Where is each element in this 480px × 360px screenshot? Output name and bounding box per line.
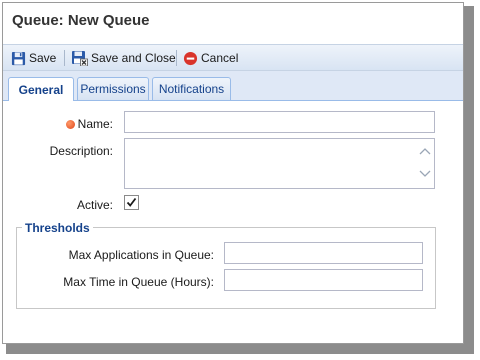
save-and-close-button[interactable]: Save and Close <box>71 48 176 68</box>
thresholds-fieldset <box>16 227 436 309</box>
save-button[interactable]: Save <box>11 48 56 68</box>
description-label: Description: <box>49 144 113 158</box>
max-time-input[interactable] <box>224 269 423 291</box>
thresholds-legend: Thresholds <box>22 221 93 235</box>
queue-dialog: Queue: New Queue Save Save and Close Can… <box>2 2 464 344</box>
tab-notifications[interactable]: Notifications <box>152 77 231 100</box>
max-applications-label: Max Applications in Queue: <box>68 248 214 262</box>
description-textarea[interactable] <box>124 138 435 189</box>
scroll-up-icon[interactable] <box>419 147 431 157</box>
tab-permissions[interactable]: Permissions <box>77 77 149 100</box>
name-field-label: Name: <box>43 117 113 131</box>
save-label: Save <box>29 51 57 65</box>
save-and-close-label: Save and Close <box>91 51 176 65</box>
cancel-label: Cancel <box>201 51 239 65</box>
toolbar: Save Save and Close Cancel <box>3 44 463 71</box>
tab-general[interactable]: General <box>8 77 74 101</box>
floppy-disk-icon <box>11 51 26 65</box>
required-indicator-icon <box>65 120 75 129</box>
active-checkbox[interactable] <box>124 195 139 210</box>
checkmark-icon <box>126 197 137 207</box>
name-label: Name: <box>77 117 113 131</box>
scroll-down-icon[interactable] <box>419 170 431 180</box>
max-applications-input[interactable] <box>224 242 423 264</box>
cancel-icon <box>183 51 198 65</box>
toolbar-separator <box>64 50 65 66</box>
name-input[interactable] <box>124 111 435 133</box>
tab-strip: General Permissions Notifications <box>3 71 463 101</box>
save-close-icon <box>72 51 88 66</box>
cancel-button[interactable]: Cancel <box>183 48 238 68</box>
max-time-label: Max Time in Queue (Hours): <box>63 275 214 289</box>
active-label: Active: <box>76 198 113 212</box>
toolbar-separator <box>176 50 177 66</box>
page-title: Queue: New Queue <box>12 12 150 29</box>
